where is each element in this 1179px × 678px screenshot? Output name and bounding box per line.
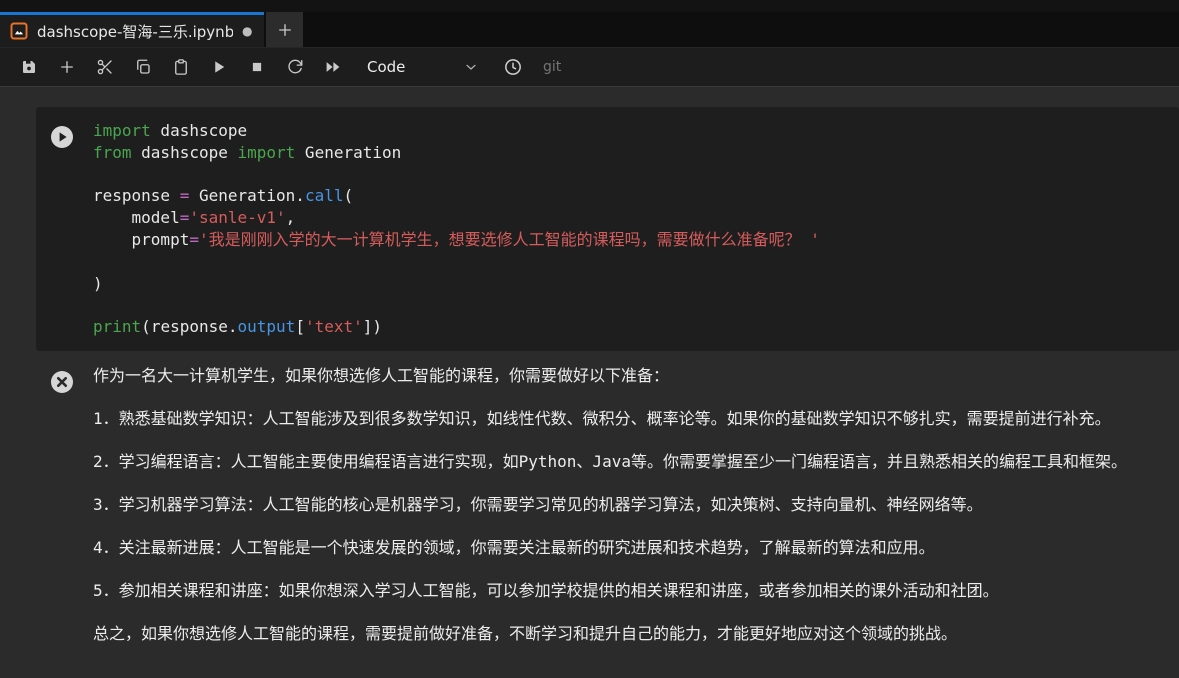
- code-line[interactable]: model='sanle-v1',: [93, 207, 1179, 229]
- fast-forward-icon: [323, 58, 343, 76]
- code-line[interactable]: [93, 294, 1179, 316]
- tab-title: dashscope-智海-三乐.ipynb: [37, 21, 233, 42]
- code-line[interactable]: prompt='我是刚刚入学的大一计算机学生，想要选修人工智能的课程吗，需要做什…: [93, 229, 1179, 251]
- output-line: 3．学习机器学习算法：人工智能的核心是机器学习，你需要学习常见的机器学习算法，如…: [93, 494, 1179, 516]
- stop-icon: [248, 58, 266, 76]
- cut-icon: [96, 58, 114, 76]
- restart-kernel-button[interactable]: [276, 52, 314, 82]
- copy-cell-button[interactable]: [124, 52, 162, 82]
- notebook-panel: import dashscopefrom dashscope import Ge…: [0, 87, 1179, 666]
- run-cell-button[interactable]: [200, 52, 238, 82]
- output-line: 总之，如果你想选修人工智能的课程，需要提前做好准备，不断学习和提升自己的能力，才…: [93, 623, 1179, 645]
- restart-icon: [286, 58, 304, 76]
- code-editor[interactable]: import dashscopefrom dashscope import Ge…: [93, 120, 1179, 338]
- output-line: 5．参加相关课程和讲座：如果你想深入学习人工智能，可以参加学校提供的相关课程和讲…: [93, 580, 1179, 602]
- tab-bar: dashscope-智海-三乐.ipynb ●: [0, 12, 1179, 48]
- code-line[interactable]: import dashscope: [93, 120, 1179, 142]
- code-cell[interactable]: import dashscopefrom dashscope import Ge…: [36, 107, 1179, 351]
- dirty-indicator: ●: [242, 25, 252, 37]
- plus-icon: [276, 21, 294, 39]
- plus-icon: [58, 58, 76, 76]
- paste-icon: [172, 58, 190, 76]
- play-circle-icon[interactable]: [50, 125, 93, 153]
- run-all-cells-button[interactable]: [314, 52, 352, 82]
- code-line[interactable]: [93, 251, 1179, 273]
- chevron-down-icon: [463, 59, 479, 75]
- cell-output: 作为一名大一计算机学生，如果你想选修人工智能的课程，你需要做好以下准备： 1．熟悉…: [36, 365, 1179, 666]
- tab-dashscope-notebook[interactable]: dashscope-智海-三乐.ipynb ●: [0, 12, 264, 47]
- code-line[interactable]: response = Generation.call(: [93, 185, 1179, 207]
- insert-cell-button[interactable]: [48, 52, 86, 82]
- run-icon: [210, 58, 228, 76]
- notebook-toolbar: Code git: [0, 48, 1179, 87]
- window-top-strip: [0, 0, 1179, 12]
- notebook-icon: [10, 22, 28, 40]
- code-line[interactable]: [93, 164, 1179, 186]
- save-button[interactable]: [10, 52, 48, 82]
- new-tab-button[interactable]: [266, 12, 303, 47]
- x-circle-icon[interactable]: [50, 370, 93, 398]
- copy-icon: [134, 58, 152, 76]
- cell-prompt-gutter: [50, 120, 93, 153]
- output-line: 1．熟悉基础数学知识：人工智能涉及到很多数学知识，如线性代数、微积分、概率论等。…: [93, 408, 1179, 430]
- cut-cell-button[interactable]: [86, 52, 124, 82]
- interrupt-kernel-button[interactable]: [238, 52, 276, 82]
- git-status-label: git: [543, 59, 561, 75]
- cell-type-value: Code: [367, 58, 405, 76]
- output-prompt-gutter: [50, 365, 93, 398]
- code-line[interactable]: ): [93, 273, 1179, 295]
- output-line: 2．学习编程语言：人工智能主要使用编程语言进行实现，如Python、Java等。…: [93, 451, 1179, 473]
- paste-cell-button[interactable]: [162, 52, 200, 82]
- kernel-history-button[interactable]: [503, 57, 523, 77]
- save-icon: [20, 58, 38, 76]
- clock-icon: [503, 57, 523, 77]
- toolbar-buttons: [10, 52, 352, 82]
- output-line: 4．关注最新进展：人工智能是一个快速发展的领域，你需要关注最新的研究进展和技术趋…: [93, 537, 1179, 559]
- output-line: 作为一名大一计算机学生，如果你想选修人工智能的课程，你需要做好以下准备：: [93, 365, 1179, 387]
- cell-type-dropdown[interactable]: Code: [367, 58, 479, 76]
- code-line[interactable]: from dashscope import Generation: [93, 142, 1179, 164]
- output-text: 作为一名大一计算机学生，如果你想选修人工智能的课程，你需要做好以下准备： 1．熟悉…: [93, 365, 1179, 666]
- code-line[interactable]: print(response.output['text']): [93, 316, 1179, 338]
